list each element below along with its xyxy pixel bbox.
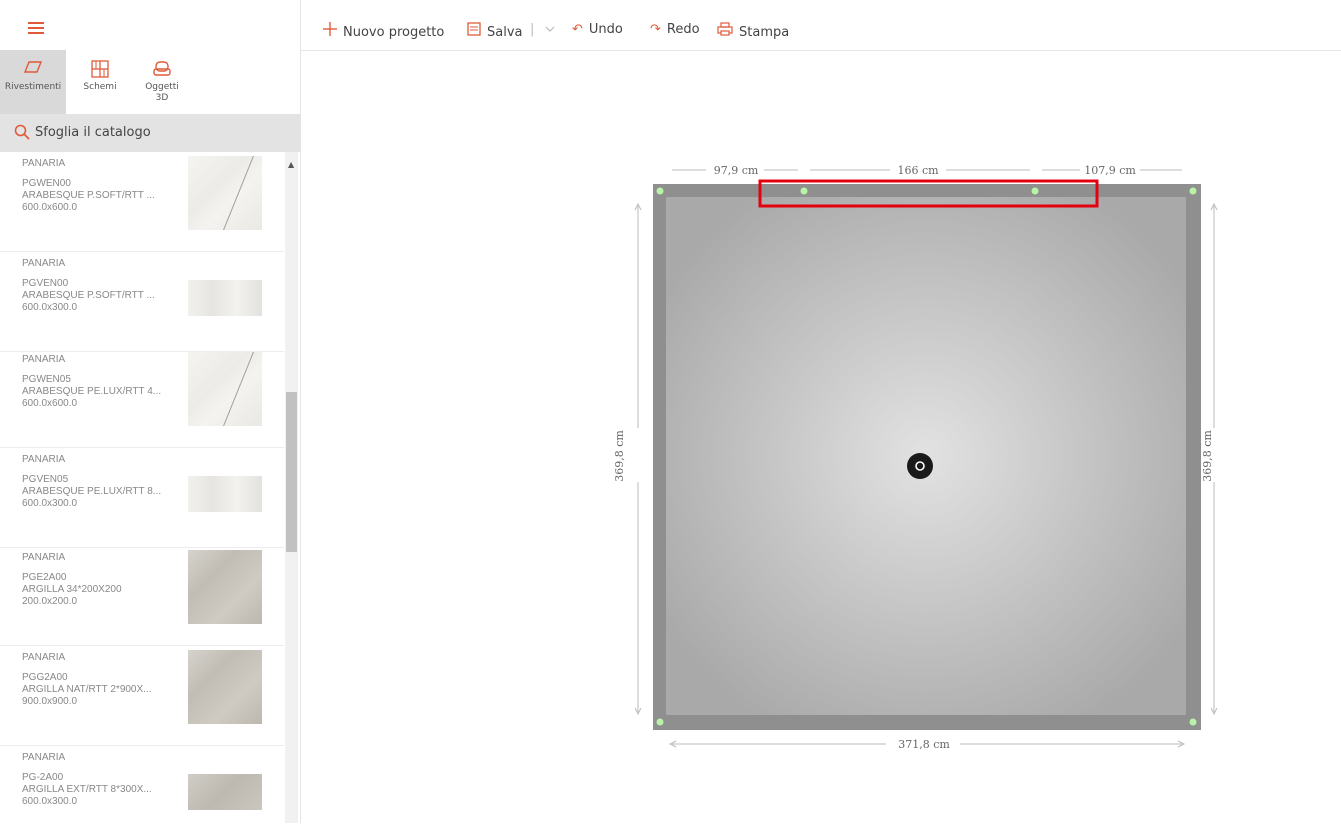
item-name: ARGILLA 34*200X200 xyxy=(22,584,122,595)
item-name: ARGILLA NAT/RTT 2*900X... xyxy=(22,684,152,695)
center-marker-icon[interactable] xyxy=(907,453,933,479)
sidebar: Rivestimenti Schemi Oggetti 3D Sfoglia i… xyxy=(0,0,301,823)
item-code: PG-2A00 xyxy=(22,772,64,783)
plus-icon xyxy=(323,22,337,40)
tab-oggetti-3d[interactable]: Oggetti 3D xyxy=(140,50,184,114)
print-button[interactable]: Stampa xyxy=(717,22,789,40)
item-brand: PANARIA xyxy=(22,454,66,465)
tile-thumbnail xyxy=(188,650,262,724)
redo-label: Redo xyxy=(666,22,700,37)
item-brand: PANARIA xyxy=(22,752,66,763)
undo-icon: ↶ xyxy=(572,22,583,37)
divider: | xyxy=(530,22,535,37)
catalog-scrollbar[interactable]: ▲ xyxy=(285,152,298,823)
corner-point[interactable] xyxy=(656,718,664,726)
item-code: PGVEN00 xyxy=(22,278,69,289)
item-size: 600.0x300.0 xyxy=(22,498,78,509)
list-item[interactable]: PANARIA PGE2A00 ARGILLA 34*200X200 200.0… xyxy=(0,546,284,646)
tab-schemi[interactable]: Schemi xyxy=(80,50,120,114)
floor-plan[interactable]: 97,9 cm 166 cm 107,9 cm 369,8 cm 369,8 c… xyxy=(301,51,1341,823)
item-code: PGE2A00 xyxy=(22,572,67,583)
item-brand: PANARIA xyxy=(22,158,66,169)
item-brand: PANARIA xyxy=(22,652,66,663)
dimension-left xyxy=(634,202,642,716)
dimension-left-label: 369,8 cm xyxy=(613,430,626,482)
save-icon xyxy=(467,22,481,40)
item-name: ARABESQUE P.SOFT/RTT ... xyxy=(22,190,155,201)
wall-point[interactable] xyxy=(800,187,808,195)
item-code: PGWEN00 xyxy=(22,178,71,189)
tab-rivestimenti[interactable]: Rivestimenti xyxy=(0,50,66,114)
list-item[interactable]: PANARIA PGVEN05 ARABESQUE PE.LUX/RTT 8..… xyxy=(0,448,284,548)
new-project-button[interactable]: Nuovo progetto xyxy=(323,22,444,40)
menu-icon[interactable] xyxy=(28,22,44,34)
tab-label: Schemi xyxy=(83,82,117,92)
list-item[interactable]: PANARIA PGVEN00 ARABESQUE P.SOFT/RTT ...… xyxy=(0,252,284,352)
redo-icon: ↷ xyxy=(650,22,661,37)
sidebar-tabs: Rivestimenti Schemi Oggetti 3D xyxy=(0,50,300,114)
list-item[interactable]: PANARIA PG-2A00 ARGILLA EXT/RTT 8*300X..… xyxy=(0,746,284,823)
chevron-down-icon xyxy=(545,22,555,37)
item-brand: PANARIA xyxy=(22,258,66,269)
search-label: Sfoglia il catalogo xyxy=(35,125,151,140)
dimension-top-right-label: 107,9 cm xyxy=(1084,164,1136,177)
redo-button[interactable]: ↷ Redo xyxy=(650,22,700,37)
dimension-top-left-label: 97,9 cm xyxy=(714,164,759,177)
tile-thumbnail xyxy=(188,476,262,512)
toolbar: Nuovo progetto Salva | ↶ Undo ↷ Redo Stamp… xyxy=(301,0,1341,51)
item-size: 600.0x300.0 xyxy=(22,796,78,807)
tab-label: Rivestimenti xyxy=(4,82,62,92)
search-icon xyxy=(14,124,30,144)
item-size: 200.0x200.0 xyxy=(22,596,78,607)
wall-point[interactable] xyxy=(1031,187,1039,195)
dimension-bottom-label: 371,8 cm xyxy=(898,738,950,751)
undo-label: Undo xyxy=(588,22,623,37)
list-item[interactable]: PANARIA PGWEN05 ARABESQUE PE.LUX/RTT 4..… xyxy=(0,348,284,448)
item-code: PGG2A00 xyxy=(22,672,68,683)
tile-thumbnail xyxy=(188,156,262,230)
catalog-list: PANARIA PGWEN00 ARABESQUE P.SOFT/RTT ...… xyxy=(0,152,284,823)
catalog-search[interactable]: Sfoglia il catalogo xyxy=(0,114,300,152)
tile-icon xyxy=(23,60,43,78)
item-name: ARABESQUE P.SOFT/RTT ... xyxy=(22,290,155,301)
tab-label: Oggetti xyxy=(145,82,179,92)
item-name: ARGILLA EXT/RTT 8*300X... xyxy=(22,784,152,795)
corner-point[interactable] xyxy=(1189,718,1197,726)
item-code: PGWEN05 xyxy=(22,374,71,385)
dimension-right-label: 369,8 cm xyxy=(1201,430,1214,482)
tab-label-2: 3D xyxy=(155,93,169,103)
item-name: ARABESQUE PE.LUX/RTT 8... xyxy=(22,486,162,497)
design-canvas[interactable]: 97,9 cm 166 cm 107,9 cm 369,8 cm 369,8 c… xyxy=(301,51,1341,823)
save-button[interactable]: Salva xyxy=(467,22,523,40)
tile-thumbnail xyxy=(188,352,262,426)
tile-thumbnail xyxy=(188,280,262,316)
save-label: Salva xyxy=(487,25,523,40)
tile-thumbnail xyxy=(188,774,262,810)
print-label: Stampa xyxy=(739,25,790,40)
item-size: 900.0x900.0 xyxy=(22,696,78,707)
item-name: ARABESQUE PE.LUX/RTT 4... xyxy=(22,386,162,397)
item-size: 600.0x600.0 xyxy=(22,398,78,409)
item-brand: PANARIA xyxy=(22,552,66,563)
corner-point[interactable] xyxy=(656,187,664,195)
undo-button[interactable]: ↶ Undo xyxy=(572,22,623,37)
item-size: 600.0x300.0 xyxy=(22,302,78,313)
dimension-top-mid-label: 166 cm xyxy=(897,164,939,177)
save-dropdown[interactable]: | xyxy=(530,22,555,37)
item-brand: PANARIA xyxy=(22,354,66,365)
armchair-icon xyxy=(152,60,172,78)
scroll-up-icon[interactable]: ▲ xyxy=(288,160,294,169)
list-item[interactable]: PANARIA PGG2A00 ARGILLA NAT/RTT 2*900X..… xyxy=(0,646,284,746)
scrollbar-thumb[interactable] xyxy=(286,392,297,552)
grid-icon xyxy=(90,60,110,78)
printer-icon xyxy=(717,22,733,40)
new-project-label: Nuovo progetto xyxy=(343,25,445,40)
tile-thumbnail xyxy=(188,550,262,624)
corner-point[interactable] xyxy=(1189,187,1197,195)
item-size: 600.0x600.0 xyxy=(22,202,78,213)
item-code: PGVEN05 xyxy=(22,474,69,485)
list-item[interactable]: PANARIA PGWEN00 ARABESQUE P.SOFT/RTT ...… xyxy=(0,152,284,252)
